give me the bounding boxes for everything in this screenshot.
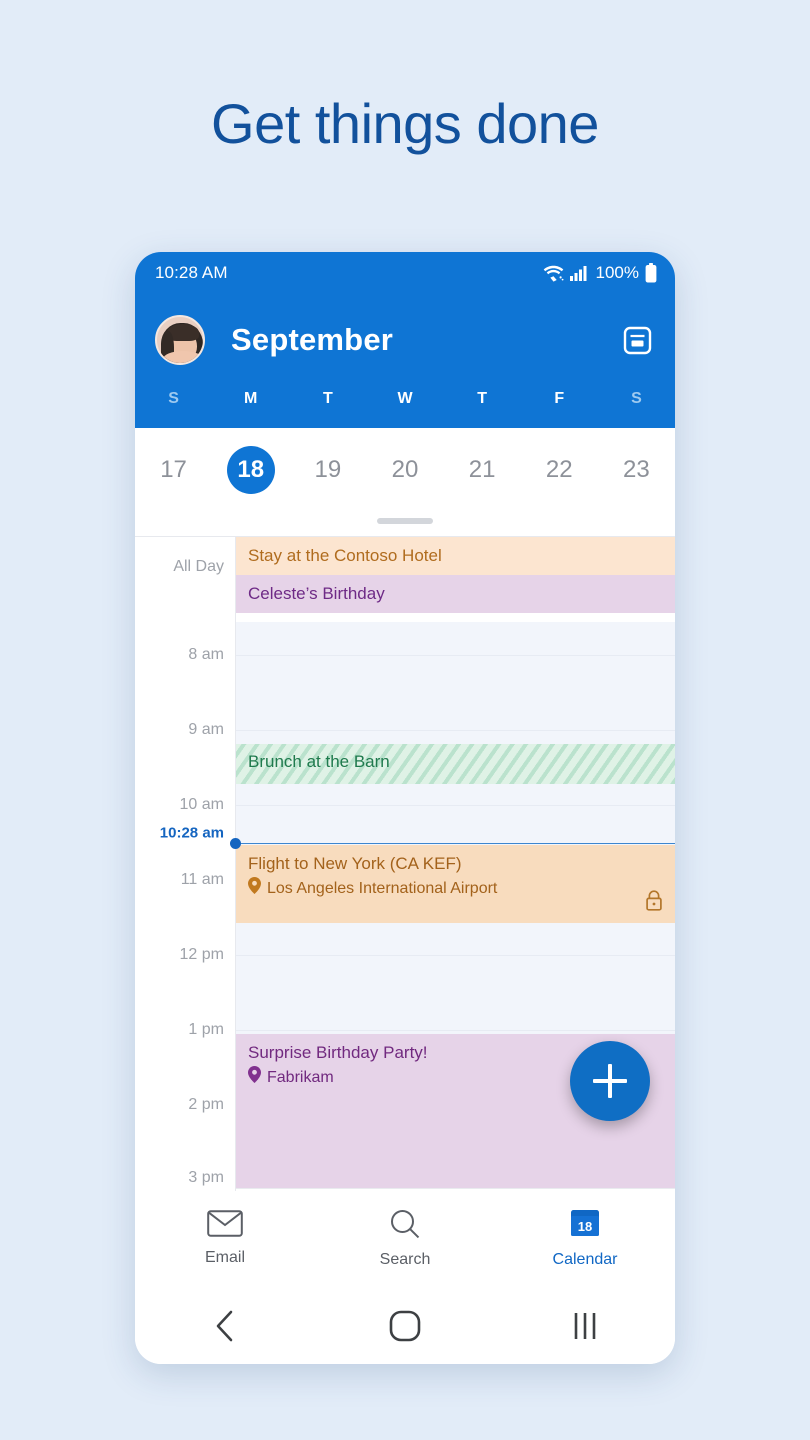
wifi-icon [543,265,564,282]
calendar-icon: 18 [569,1208,601,1244]
back-icon[interactable] [135,1309,315,1343]
hour-label-2pm: 2 pm [188,1096,224,1113]
date-cell-18[interactable]: 18 [212,446,289,494]
nav-label: Calendar [552,1251,618,1268]
event-brunch-at-the-barn[interactable]: Brunch at the Barn [236,744,675,784]
weekday-0: S [168,390,179,407]
location-text: Los Angeles International Airport [267,879,498,897]
battery-percent: 100% [595,263,639,282]
envelope-icon [207,1210,243,1242]
lock-icon [645,890,663,916]
drag-handle[interactable] [377,518,433,524]
weekday-5: F [554,390,565,407]
system-navigation-bar [135,1288,675,1364]
status-icons: 100% [543,263,657,283]
date-number: 22 [545,456,573,483]
current-time-label: 10:28 am [159,824,224,842]
event-title: Celeste’s Birthday [248,584,385,603]
avatar[interactable] [155,315,205,365]
date-cell-17[interactable]: 17 [135,446,212,494]
event-title: Brunch at the Barn [248,752,390,771]
weekday-1: M [244,390,258,407]
page-title: Get things done [211,92,599,155]
nav-item-email[interactable]: Email [135,1210,315,1267]
location-text: Fabrikam [267,1068,334,1086]
weekday-2: T [322,390,333,407]
screenshot-root: Get things done 10:28 AM 100% September … [0,0,810,1440]
weekday-header: S M T W T F S [135,376,675,428]
home-icon[interactable] [315,1310,495,1342]
weekday-4: T [477,390,488,407]
location-pin-icon [248,1066,261,1090]
date-strip: 17 18 19 20 21 22 23 [135,428,675,502]
date-number: 17 [160,456,187,483]
weekday-3: W [397,390,413,407]
agenda-view-icon[interactable] [617,320,657,360]
hour-label-12pm: 12 pm [179,946,224,963]
svg-text:18: 18 [578,1219,592,1234]
event-location: Los Angeles International Airport [248,877,663,901]
status-bar: 10:28 AM 100% [135,252,675,294]
gridline-8am [236,655,675,656]
hour-label-9am: 9 am [188,721,224,738]
date-number: 23 [623,456,650,483]
location-pin-icon [248,877,261,901]
nav-label: Search [379,1250,431,1268]
date-number: 21 [468,456,496,483]
magnifier-icon [389,1209,421,1244]
event-title: Flight to New York (CA KEF) [248,854,462,873]
date-cell-21[interactable]: 21 [444,446,521,494]
recents-icon[interactable] [495,1310,675,1342]
date-cell-20[interactable]: 20 [366,446,443,494]
status-time: 10:28 AM [155,263,228,282]
all-day-event-hotel[interactable]: Stay at the Contoso Hotel [236,537,675,575]
app-header-row: September [155,304,657,376]
bottom-navigation: Email Search 18 Calendar [135,1188,675,1288]
date-number: 19 [314,456,342,483]
event-title: Stay at the Contoso Hotel [248,546,442,565]
gridline-1pm [236,1030,675,1031]
add-event-fab[interactable] [570,1041,650,1121]
calendar-expand-area [135,502,675,536]
nav-label: Email [204,1249,245,1266]
nav-item-calendar[interactable]: 18 Calendar [495,1208,675,1269]
date-number: 20 [391,456,419,483]
hour-label-11am: 11 am [180,871,224,888]
all-day-event-birthday[interactable]: Celeste’s Birthday [236,575,675,613]
gridline-12pm [236,955,675,956]
event-flight-to-new-york[interactable]: Flight to New York (CA KEF) Los Angeles … [236,845,675,923]
date-number-selected: 18 [226,446,275,494]
hour-label-10am: 10 am [179,796,224,813]
cellular-signal-icon [569,265,590,281]
current-time-line [230,838,675,849]
gridline-9am [236,730,675,731]
nav-item-search[interactable]: Search [315,1209,495,1269]
all-day-label: All Day [173,558,224,575]
date-cell-23[interactable]: 23 [598,446,675,494]
month-title: September [231,322,394,357]
app-header: September [135,294,675,376]
hour-label-1pm: 1 pm [188,1021,224,1038]
agenda-view: All Day 8 am 9 am 10 am 10:28 am 11 am 1… [135,536,675,1191]
phone-mockup: 10:28 AM 100% September S M T W T F S 17… [135,252,675,1364]
date-cell-22[interactable]: 22 [521,446,598,494]
hour-label-8am: 8 am [188,646,224,663]
all-day-section: Stay at the Contoso Hotel Celeste’s Birt… [236,537,675,613]
gridline-10am [236,805,675,806]
time-gutter: All Day 8 am 9 am 10 am 10:28 am 11 am 1… [135,537,236,1191]
current-time-dot [230,838,241,849]
battery-full-icon [645,263,657,283]
weekday-6: S [631,390,642,407]
date-cell-19[interactable]: 19 [289,446,366,494]
hour-label-3pm: 3 pm [188,1169,224,1186]
